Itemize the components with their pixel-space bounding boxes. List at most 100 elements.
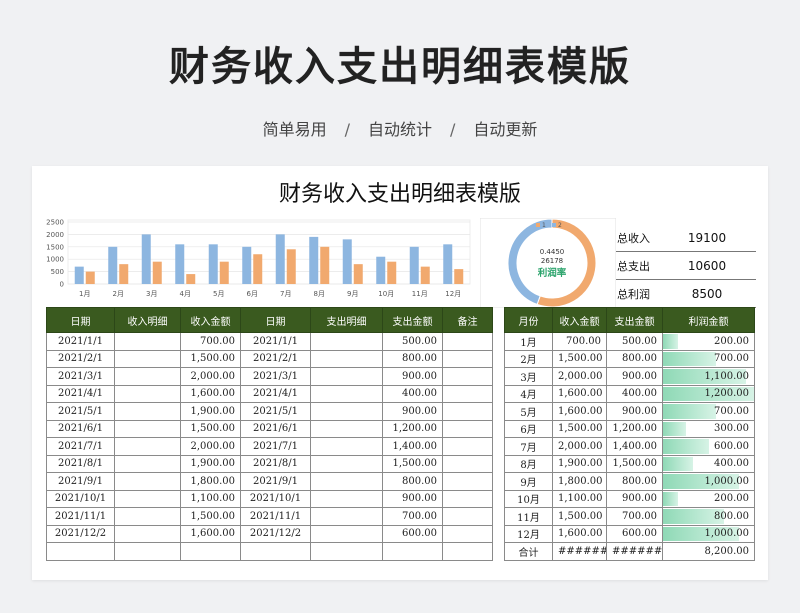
income-date-cell[interactable]: 2021/12/2 bbox=[46, 524, 115, 543]
expense-date-cell[interactable]: 2021/6/1 bbox=[240, 419, 311, 438]
expense-detail-cell[interactable] bbox=[310, 489, 383, 508]
note-cell[interactable] bbox=[442, 419, 493, 438]
income-amount-cell[interactable]: 1,900.00 bbox=[180, 402, 241, 421]
income-cell[interactable]: 1,600.00 bbox=[552, 402, 607, 421]
expense-date-cell[interactable]: 2021/12/2 bbox=[240, 524, 311, 543]
month-cell[interactable]: 6月 bbox=[504, 419, 553, 438]
income-amount-cell[interactable]: 2,000.00 bbox=[180, 437, 241, 456]
income-date-cell[interactable]: 2021/10/1 bbox=[46, 489, 115, 508]
expense-date-cell[interactable]: 2021/3/1 bbox=[240, 367, 311, 386]
income-cell[interactable]: 1,100.00 bbox=[552, 489, 607, 508]
expense-amount-cell[interactable]: 500.00 bbox=[382, 332, 443, 351]
expense-detail-cell[interactable] bbox=[310, 402, 383, 421]
income-cell[interactable]: 1,500.00 bbox=[552, 419, 607, 438]
expense-date-cell[interactable]: 2021/10/1 bbox=[240, 489, 311, 508]
expense-amount-cell[interactable]: 600.00 bbox=[382, 524, 443, 543]
income-detail-cell[interactable] bbox=[114, 489, 181, 508]
expense-cell[interactable]: 900.00 bbox=[606, 367, 663, 386]
note-cell[interactable] bbox=[442, 437, 493, 456]
income-detail-cell[interactable] bbox=[114, 437, 181, 456]
profit-cell[interactable]: 400.00 bbox=[662, 454, 755, 473]
note-cell[interactable] bbox=[442, 384, 493, 403]
expense-cell[interactable]: 400.00 bbox=[606, 384, 663, 403]
summary-value[interactable]: 19100 bbox=[658, 224, 756, 252]
income-cell[interactable]: 1,500.00 bbox=[552, 349, 607, 368]
profit-cell[interactable]: 600.00 bbox=[662, 437, 755, 456]
income-cell[interactable]: 2,000.00 bbox=[552, 437, 607, 456]
income-amount-cell[interactable]: 1,800.00 bbox=[180, 472, 241, 491]
expense-cell[interactable]: 700.00 bbox=[606, 507, 663, 526]
income-amount-cell[interactable] bbox=[180, 542, 241, 561]
note-cell[interactable] bbox=[442, 489, 493, 508]
total-profit[interactable]: 8,200.00 bbox=[662, 542, 755, 561]
month-cell[interactable]: 9月 bbox=[504, 472, 553, 491]
expense-amount-cell[interactable]: 800.00 bbox=[382, 472, 443, 491]
income-amount-cell[interactable]: 700.00 bbox=[180, 332, 241, 351]
expense-date-cell[interactable]: 2021/1/1 bbox=[240, 332, 311, 351]
month-cell[interactable]: 1月 bbox=[504, 332, 553, 351]
expense-detail-cell[interactable] bbox=[310, 349, 383, 368]
expense-cell[interactable]: 600.00 bbox=[606, 524, 663, 543]
month-cell[interactable]: 11月 bbox=[504, 507, 553, 526]
expense-cell[interactable]: 1,200.00 bbox=[606, 419, 663, 438]
expense-detail-cell[interactable] bbox=[310, 507, 383, 526]
note-cell[interactable] bbox=[442, 349, 493, 368]
expense-amount-cell[interactable]: 900.00 bbox=[382, 367, 443, 386]
income-amount-cell[interactable]: 1,100.00 bbox=[180, 489, 241, 508]
expense-cell[interactable]: 900.00 bbox=[606, 489, 663, 508]
month-cell[interactable]: 8月 bbox=[504, 454, 553, 473]
profit-cell[interactable]: 1,100.00 bbox=[662, 367, 755, 386]
profit-cell[interactable]: 1,200.00 bbox=[662, 384, 755, 403]
income-cell[interactable]: 1,900.00 bbox=[552, 454, 607, 473]
month-cell[interactable]: 12月 bbox=[504, 524, 553, 543]
expense-detail-cell[interactable] bbox=[310, 454, 383, 473]
income-date-cell[interactable]: 2021/3/1 bbox=[46, 367, 115, 386]
note-cell[interactable] bbox=[442, 332, 493, 351]
expense-cell[interactable]: 1,400.00 bbox=[606, 437, 663, 456]
income-cell[interactable]: 1,600.00 bbox=[552, 524, 607, 543]
income-detail-cell[interactable] bbox=[114, 332, 181, 351]
expense-detail-cell[interactable] bbox=[310, 332, 383, 351]
expense-amount-cell[interactable] bbox=[382, 542, 443, 561]
note-cell[interactable] bbox=[442, 367, 493, 386]
income-date-cell[interactable]: 2021/2/1 bbox=[46, 349, 115, 368]
expense-amount-cell[interactable]: 400.00 bbox=[382, 384, 443, 403]
income-date-cell[interactable]: 2021/11/1 bbox=[46, 507, 115, 526]
expense-date-cell[interactable]: 2021/7/1 bbox=[240, 437, 311, 456]
expense-detail-cell[interactable] bbox=[310, 367, 383, 386]
income-amount-cell[interactable]: 2,000.00 bbox=[180, 367, 241, 386]
income-amount-cell[interactable]: 1,600.00 bbox=[180, 384, 241, 403]
note-cell[interactable] bbox=[442, 542, 493, 561]
income-detail-cell[interactable] bbox=[114, 472, 181, 491]
income-date-cell[interactable]: 2021/9/1 bbox=[46, 472, 115, 491]
month-cell[interactable]: 7月 bbox=[504, 437, 553, 456]
note-cell[interactable] bbox=[442, 454, 493, 473]
income-date-cell[interactable]: 2021/1/1 bbox=[46, 332, 115, 351]
profit-cell[interactable]: 700.00 bbox=[662, 402, 755, 421]
expense-detail-cell[interactable] bbox=[310, 437, 383, 456]
income-cell[interactable]: 2,000.00 bbox=[552, 367, 607, 386]
note-cell[interactable] bbox=[442, 472, 493, 491]
note-cell[interactable] bbox=[442, 507, 493, 526]
expense-detail-cell[interactable] bbox=[310, 542, 383, 561]
income-detail-cell[interactable] bbox=[114, 367, 181, 386]
income-date-cell[interactable]: 2021/8/1 bbox=[46, 454, 115, 473]
expense-detail-cell[interactable] bbox=[310, 472, 383, 491]
expense-amount-cell[interactable]: 900.00 bbox=[382, 402, 443, 421]
expense-cell[interactable]: 800.00 bbox=[606, 349, 663, 368]
expense-date-cell[interactable]: 2021/4/1 bbox=[240, 384, 311, 403]
month-cell[interactable]: 2月 bbox=[504, 349, 553, 368]
expense-detail-cell[interactable] bbox=[310, 384, 383, 403]
expense-detail-cell[interactable] bbox=[310, 419, 383, 438]
income-detail-cell[interactable] bbox=[114, 384, 181, 403]
expense-amount-cell[interactable]: 1,400.00 bbox=[382, 437, 443, 456]
expense-date-cell[interactable]: 2021/2/1 bbox=[240, 349, 311, 368]
expense-amount-cell[interactable]: 800.00 bbox=[382, 349, 443, 368]
income-date-cell[interactable]: 2021/7/1 bbox=[46, 437, 115, 456]
profit-cell[interactable]: 200.00 bbox=[662, 332, 755, 351]
expense-date-cell[interactable]: 2021/11/1 bbox=[240, 507, 311, 526]
month-cell[interactable]: 3月 bbox=[504, 367, 553, 386]
income-cell[interactable]: 1,600.00 bbox=[552, 384, 607, 403]
expense-date-cell[interactable]: 2021/9/1 bbox=[240, 472, 311, 491]
profit-cell[interactable]: 700.00 bbox=[662, 349, 755, 368]
